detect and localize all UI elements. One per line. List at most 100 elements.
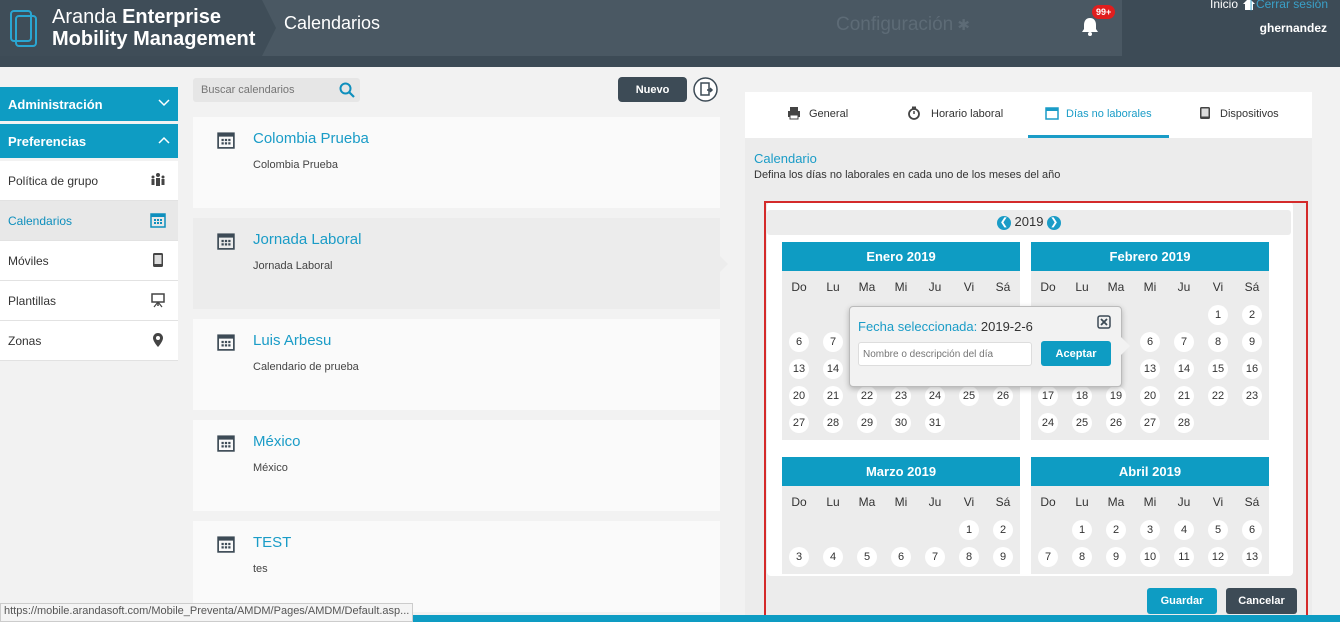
sidebar-item-politica[interactable]: Política de grupo	[0, 161, 178, 201]
day-cell[interactable]: 27	[789, 413, 809, 433]
save-button[interactable]: Guardar	[1147, 588, 1217, 614]
day-cell[interactable]: 3	[789, 547, 809, 567]
sidebar-item-zonas[interactable]: Zonas	[0, 321, 178, 361]
day-cell[interactable]: 30	[891, 413, 911, 433]
day-cell[interactable]: 2	[993, 520, 1013, 540]
day-cell[interactable]: 6	[891, 547, 911, 567]
day-cell[interactable]: 7	[1038, 547, 1058, 567]
day-cell[interactable]: 12	[1208, 547, 1228, 567]
sidebar-item-calendarios[interactable]: Calendarios	[0, 201, 178, 241]
day-cell[interactable]: 4	[1174, 520, 1194, 540]
day-cell[interactable]: 27	[1140, 413, 1160, 433]
day-cell[interactable]: 25	[1072, 413, 1092, 433]
tab-dias-no-laborales[interactable]: Días no laborales	[1028, 92, 1169, 138]
day-cell[interactable]: 5	[857, 547, 877, 567]
export-icon[interactable]	[693, 77, 718, 102]
next-year-icon[interactable]: ❯	[1047, 215, 1062, 230]
list-item[interactable]: Luis Arbesu Calendario de prueba	[193, 319, 720, 410]
day-cell[interactable]: 6	[789, 332, 809, 352]
day-cell[interactable]: 9	[1242, 332, 1262, 352]
day-cell[interactable]: 23	[1242, 386, 1262, 406]
day-cell[interactable]: 31	[925, 413, 945, 433]
day-cell[interactable]: 6	[1242, 520, 1262, 540]
day-cell[interactable]: 28	[823, 413, 843, 433]
header-bar: Aranda Enterprise Mobility Management Ca…	[0, 0, 1122, 56]
week-row: 1 2 3 4 5 6	[1031, 516, 1269, 543]
day-cell[interactable]: 8	[1208, 332, 1228, 352]
day-cell[interactable]: 14	[1174, 359, 1194, 379]
day-cell[interactable]: 11	[1174, 547, 1194, 567]
day-cell[interactable]: 23	[891, 386, 911, 406]
weekday: Ma	[1107, 280, 1125, 294]
tab-general[interactable]: General	[787, 92, 867, 138]
tab-label: General	[809, 108, 849, 120]
sidebar-item-moviles[interactable]: Móviles	[0, 241, 178, 281]
sidebar-section-administracion[interactable]: Administración	[0, 87, 178, 121]
logo[interactable]: Aranda Enterprise Mobility Management	[0, 0, 262, 56]
day-cell[interactable]: 22	[1208, 386, 1228, 406]
list-item[interactable]: Colombia Prueba Colombia Prueba	[193, 117, 720, 208]
day-cell[interactable]: 20	[1140, 386, 1160, 406]
cancel-button[interactable]: Cancelar	[1226, 588, 1297, 614]
day-cell[interactable]: 26	[993, 386, 1013, 406]
day-cell[interactable]: 18	[1072, 386, 1092, 406]
sidebar-section-preferencias[interactable]: Preferencias	[0, 124, 178, 158]
day-cell[interactable]: 1	[1072, 520, 1092, 540]
day-cell[interactable]: 16	[1242, 359, 1262, 379]
day-cell[interactable]: 9	[993, 547, 1013, 567]
day-cell[interactable]: 22	[857, 386, 877, 406]
list-item[interactable]: México México	[193, 420, 720, 511]
day-cell[interactable]: 1	[1208, 305, 1228, 325]
day-cell[interactable]: 5	[1208, 520, 1228, 540]
prev-year-icon[interactable]: ❮	[996, 215, 1011, 230]
day-cell[interactable]: 15	[1208, 359, 1228, 379]
day-cell[interactable]: 6	[1140, 332, 1160, 352]
day-cell[interactable]: 7	[925, 547, 945, 567]
day-cell[interactable]: 21	[823, 386, 843, 406]
day-cell[interactable]: 13	[1242, 547, 1262, 567]
day-cell[interactable]: 20	[789, 386, 809, 406]
day-cell[interactable]: 7	[823, 332, 843, 352]
day-cell[interactable]: 14	[823, 359, 843, 379]
day-cell[interactable]: 13	[789, 359, 809, 379]
config-menu[interactable]: Configuración ✱	[836, 14, 970, 36]
day-cell[interactable]: 25	[959, 386, 979, 406]
day-cell[interactable]: 1	[959, 520, 979, 540]
day-cell[interactable]: 8	[1072, 547, 1092, 567]
calendar-icon	[150, 213, 166, 228]
day-cell[interactable]: 17	[1038, 386, 1058, 406]
home-link[interactable]: Inicio	[1210, 0, 1238, 11]
day-name-input[interactable]	[858, 342, 1032, 366]
day-cell[interactable]: 10	[1140, 547, 1160, 567]
search-icon[interactable]	[339, 82, 355, 98]
day-cell[interactable]: 24	[1038, 413, 1058, 433]
list-item[interactable]: TEST tes	[193, 521, 720, 612]
weekday: Ju	[1177, 280, 1191, 294]
accept-button[interactable]: Aceptar	[1041, 341, 1111, 366]
day-cell[interactable]: 19	[1106, 386, 1126, 406]
day-cell[interactable]: 2	[1242, 305, 1262, 325]
printer-icon	[788, 107, 800, 120]
new-button[interactable]: Nuevo	[618, 77, 687, 102]
day-cell[interactable]: 24	[925, 386, 945, 406]
day-cell[interactable]: 29	[857, 413, 877, 433]
day-cell[interactable]: 3	[1140, 520, 1160, 540]
search-input[interactable]	[193, 78, 333, 102]
tab-horario[interactable]: Horario laboral	[907, 92, 1017, 138]
weekday: Lu	[826, 495, 840, 509]
day-cell[interactable]: 9	[1106, 547, 1126, 567]
day-cell[interactable]: 4	[823, 547, 843, 567]
day-cell[interactable]: 21	[1174, 386, 1194, 406]
tab-dispositivos[interactable]: Dispositivos	[1198, 92, 1298, 138]
day-cell[interactable]: 7	[1174, 332, 1194, 352]
day-cell[interactable]: 8	[959, 547, 979, 567]
day-cell[interactable]: 13	[1140, 359, 1160, 379]
day-cell[interactable]: 26	[1106, 413, 1126, 433]
logout-link[interactable]: | Cerrar sesión	[1250, 0, 1328, 11]
list-item[interactable]: Jornada Laboral Jornada Laboral	[193, 218, 728, 309]
day-cell[interactable]: 28	[1174, 413, 1194, 433]
sidebar-item-plantillas[interactable]: Plantillas	[0, 281, 178, 321]
year-label: 2019	[1014, 214, 1044, 229]
day-cell[interactable]: 2	[1106, 520, 1126, 540]
close-icon[interactable]	[1097, 315, 1111, 329]
